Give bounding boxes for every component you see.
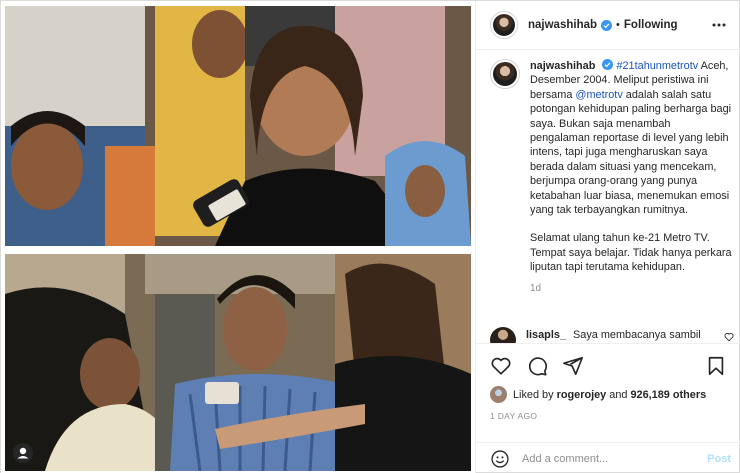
caption-username[interactable]: najwashihab bbox=[530, 60, 595, 72]
user-tag-icon[interactable] bbox=[13, 443, 33, 463]
caption-timestamp[interactable]: 1d bbox=[530, 282, 733, 296]
following-button[interactable]: Following bbox=[624, 19, 678, 31]
post-media[interactable] bbox=[1, 1, 475, 473]
separator-dot: • bbox=[616, 19, 620, 31]
emoji-icon[interactable] bbox=[490, 449, 510, 469]
comment-icon[interactable] bbox=[526, 355, 548, 377]
commenter-avatar[interactable] bbox=[490, 326, 516, 343]
comment-input[interactable] bbox=[522, 452, 702, 465]
post-header: najwashihab • Following bbox=[476, 1, 740, 50]
hashtag-link[interactable]: #21tahunmetrotv bbox=[616, 60, 698, 72]
caption-avatar[interactable] bbox=[490, 59, 520, 89]
comment-item: lisapls_ Saya membacanya sambil bbox=[490, 326, 738, 343]
photo-survivors-interview bbox=[5, 254, 471, 471]
bookmark-icon[interactable] bbox=[705, 355, 727, 377]
photo-reporter-interview bbox=[5, 6, 471, 246]
post-date[interactable]: 1 DAY AGO bbox=[490, 411, 537, 421]
action-bar bbox=[476, 343, 740, 386]
verified-badge-icon bbox=[601, 19, 613, 31]
post-comment-button[interactable]: Post bbox=[707, 453, 731, 465]
likes-count[interactable]: 926,189 others bbox=[630, 389, 706, 401]
caption-paragraph-1b: adalah salah satu potongan kehidupan pal… bbox=[530, 88, 732, 217]
verified-badge-icon bbox=[602, 59, 614, 70]
commenter-username[interactable]: lisapls_ bbox=[526, 329, 566, 341]
more-options-icon[interactable] bbox=[711, 18, 727, 32]
post-side-panel: najwashihab • Following najwashihab #21t… bbox=[475, 1, 740, 473]
author-username[interactable]: najwashihab bbox=[528, 19, 597, 31]
likes-summary: Liked by rogerojey and 926,189 others bbox=[490, 386, 706, 403]
liker-avatar[interactable] bbox=[490, 386, 507, 403]
heart-icon[interactable] bbox=[490, 355, 512, 377]
comment-like-heart-icon[interactable] bbox=[724, 332, 734, 342]
author-avatar[interactable] bbox=[490, 11, 518, 39]
likes-prefix: Liked by bbox=[513, 388, 554, 401]
share-icon[interactable] bbox=[562, 355, 584, 377]
likes-and: and bbox=[609, 388, 628, 401]
caption-paragraph-2: Selamat ulang tahun ke-21 Metro TV. Temp… bbox=[530, 232, 732, 274]
add-comment-bar: Post bbox=[476, 442, 740, 473]
caption-text: najwashihab #21tahunmetrotv Aceh, Desemb… bbox=[530, 59, 733, 296]
instagram-post: najwashihab • Following najwashihab #21t… bbox=[0, 0, 740, 473]
mention-link[interactable]: @metrotv bbox=[575, 89, 622, 101]
caption-area: najwashihab #21tahunmetrotv Aceh, Desemb… bbox=[490, 59, 733, 327]
liker-username[interactable]: rogerojey bbox=[557, 389, 607, 401]
comment-text: Saya membacanya sambil bbox=[573, 328, 701, 341]
